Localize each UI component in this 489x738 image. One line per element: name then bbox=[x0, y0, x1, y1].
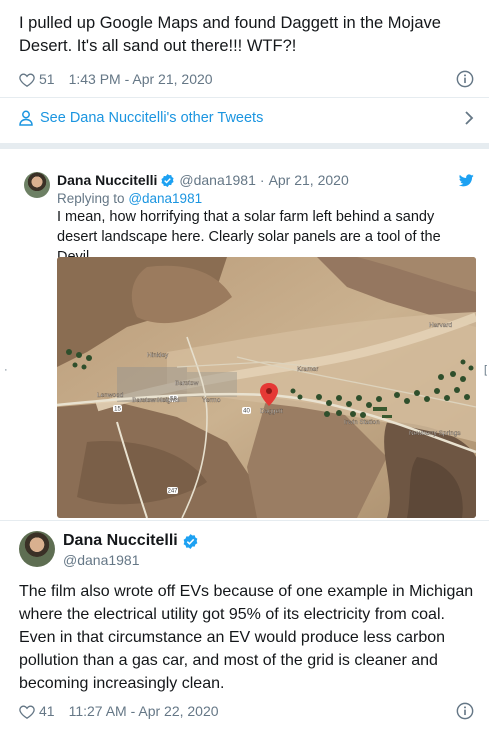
map-label: Irwin Station bbox=[344, 419, 380, 426]
map-route-shield: 15 bbox=[114, 407, 121, 413]
twitter-bird-icon[interactable] bbox=[459, 174, 474, 187]
person-outline-icon bbox=[19, 110, 33, 126]
map-label: Barstow Heights bbox=[132, 397, 180, 404]
tweet-text: The film also wrote off EVs because of o… bbox=[19, 583, 474, 692]
info-circle-icon[interactable] bbox=[456, 702, 474, 720]
info-circle-icon[interactable] bbox=[456, 70, 474, 88]
verified-badge-icon bbox=[182, 533, 199, 550]
heart-outline-icon bbox=[19, 704, 35, 719]
tweet-text: I pulled up Google Maps and found Dagget… bbox=[19, 14, 441, 55]
section-separator bbox=[0, 143, 489, 149]
edge-marker-left: · bbox=[4, 364, 8, 376]
embedded-tweet[interactable]: Dana Nuccitelli @dana1981 · Apr 21, 2020… bbox=[10, 162, 488, 518]
satellite-map-image[interactable]: 58 15 40 247 Hinkley Lenwood Barstow Bar… bbox=[57, 257, 476, 518]
like-count: 51 bbox=[39, 71, 55, 87]
tweet-date[interactable]: Apr 21, 2020 bbox=[269, 172, 349, 188]
like-count: 41 bbox=[39, 703, 55, 719]
map-label: Yermo bbox=[202, 397, 221, 404]
divider bbox=[0, 97, 489, 98]
map-label: Kramer bbox=[297, 366, 319, 373]
replying-to: Replying to @dana1981 bbox=[57, 191, 202, 206]
map-label: Newberry Springs bbox=[409, 430, 461, 437]
map-route-shield: 247 bbox=[167, 489, 178, 495]
like-button[interactable]: 41 bbox=[19, 703, 55, 719]
tweet-meta-row: 51 1:43 PM - Apr 21, 2020 bbox=[19, 69, 474, 89]
verified-badge-icon bbox=[160, 173, 175, 188]
divider bbox=[0, 520, 489, 521]
tweet-meta-row: 41 11:27 AM - Apr 22, 2020 bbox=[19, 701, 474, 721]
author-name[interactable]: Dana Nuccitelli bbox=[63, 532, 178, 550]
map-label: Harvard bbox=[429, 322, 453, 329]
replying-to-handle[interactable]: @dana1981 bbox=[128, 191, 202, 206]
author-handle[interactable]: @dana1981 bbox=[63, 552, 140, 568]
author-row: Dana Nuccitelli @dana1981 · Apr 21, 2020 bbox=[57, 172, 349, 188]
heart-outline-icon bbox=[19, 72, 35, 87]
map-label: Lenwood bbox=[97, 392, 124, 399]
separator-dot: · bbox=[259, 172, 265, 188]
see-other-tweets-link[interactable]: See Dana Nuccitelli's other Tweets bbox=[19, 106, 474, 130]
author-name[interactable]: Dana Nuccitelli bbox=[57, 172, 157, 188]
see-other-tweets-label: See Dana Nuccitelli's other Tweets bbox=[40, 110, 264, 126]
map-label: Hinkley bbox=[147, 352, 169, 359]
avatar[interactable] bbox=[19, 531, 55, 567]
avatar[interactable] bbox=[24, 172, 50, 198]
map-route-shield: 40 bbox=[243, 409, 250, 415]
author-handle[interactable]: @dana1981 bbox=[179, 172, 256, 188]
map-label: Daggett bbox=[260, 408, 283, 415]
tweet-timestamp[interactable]: 11:27 AM - Apr 22, 2020 bbox=[69, 703, 219, 719]
like-button[interactable]: 51 bbox=[19, 71, 55, 87]
replying-to-label: Replying to bbox=[57, 191, 125, 206]
tweet-timestamp[interactable]: 1:43 PM - Apr 21, 2020 bbox=[69, 71, 213, 87]
author-row: Dana Nuccitelli bbox=[63, 532, 203, 550]
chevron-right-icon bbox=[464, 110, 474, 126]
map-label: Barstow bbox=[175, 380, 199, 387]
